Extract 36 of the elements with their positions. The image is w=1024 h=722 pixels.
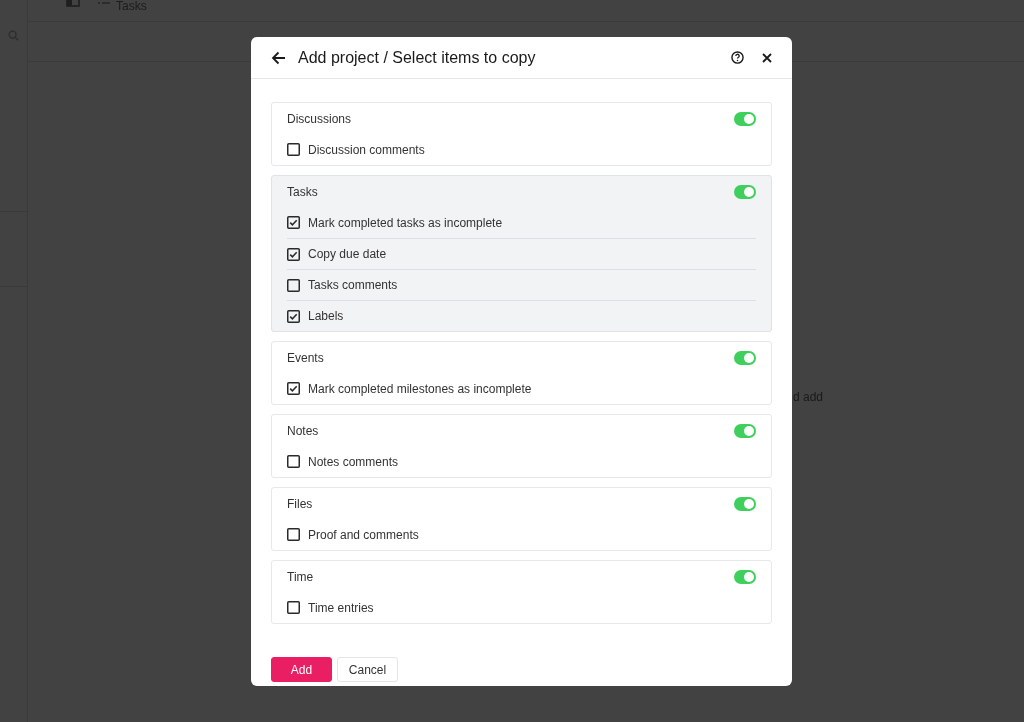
checkbox[interactable] [287, 216, 300, 229]
add-button[interactable]: Add [271, 657, 332, 682]
option-label: Proof and comments [308, 526, 419, 544]
option-label: Time entries [308, 599, 374, 617]
help-icon[interactable] [731, 51, 744, 64]
toggle-switch[interactable] [734, 350, 756, 365]
toggle-switch[interactable] [734, 111, 756, 126]
dialog-title: Add project / Select items to copy [298, 47, 536, 68]
checkbox[interactable] [287, 601, 300, 614]
checkbox[interactable] [287, 309, 300, 323]
option-label: Tasks comments [308, 277, 398, 294]
option-label: Mark completed milestones as incomplete [308, 380, 532, 398]
checkbox[interactable] [287, 528, 300, 541]
toggle-switch[interactable] [734, 496, 756, 511]
back-arrow-icon[interactable] [271, 50, 286, 65]
toggle-switch[interactable] [734, 423, 756, 438]
close-icon[interactable] [762, 52, 772, 63]
checkbox[interactable] [287, 247, 300, 261]
option-label: Copy due date [308, 246, 387, 263]
option-label: Notes comments [308, 453, 399, 471]
section-title: Events [287, 349, 324, 367]
toggle-switch[interactable] [734, 569, 756, 584]
option-label: Mark completed tasks as incomplete [308, 214, 503, 232]
option-label: Labels [308, 308, 344, 325]
checkbox[interactable] [287, 455, 300, 468]
section-title: Notes [287, 422, 319, 440]
section-title: Discussions [287, 110, 352, 128]
option-label: Discussion comments [308, 141, 425, 159]
section-title: Files [287, 495, 313, 513]
checkbox[interactable] [287, 382, 300, 395]
cancel-button[interactable]: Cancel [337, 657, 398, 682]
checkbox[interactable] [287, 143, 300, 156]
checkbox[interactable] [287, 278, 300, 292]
section-title: Time [287, 568, 314, 586]
toggle-switch[interactable] [734, 184, 756, 199]
section-title: Tasks [287, 183, 318, 201]
